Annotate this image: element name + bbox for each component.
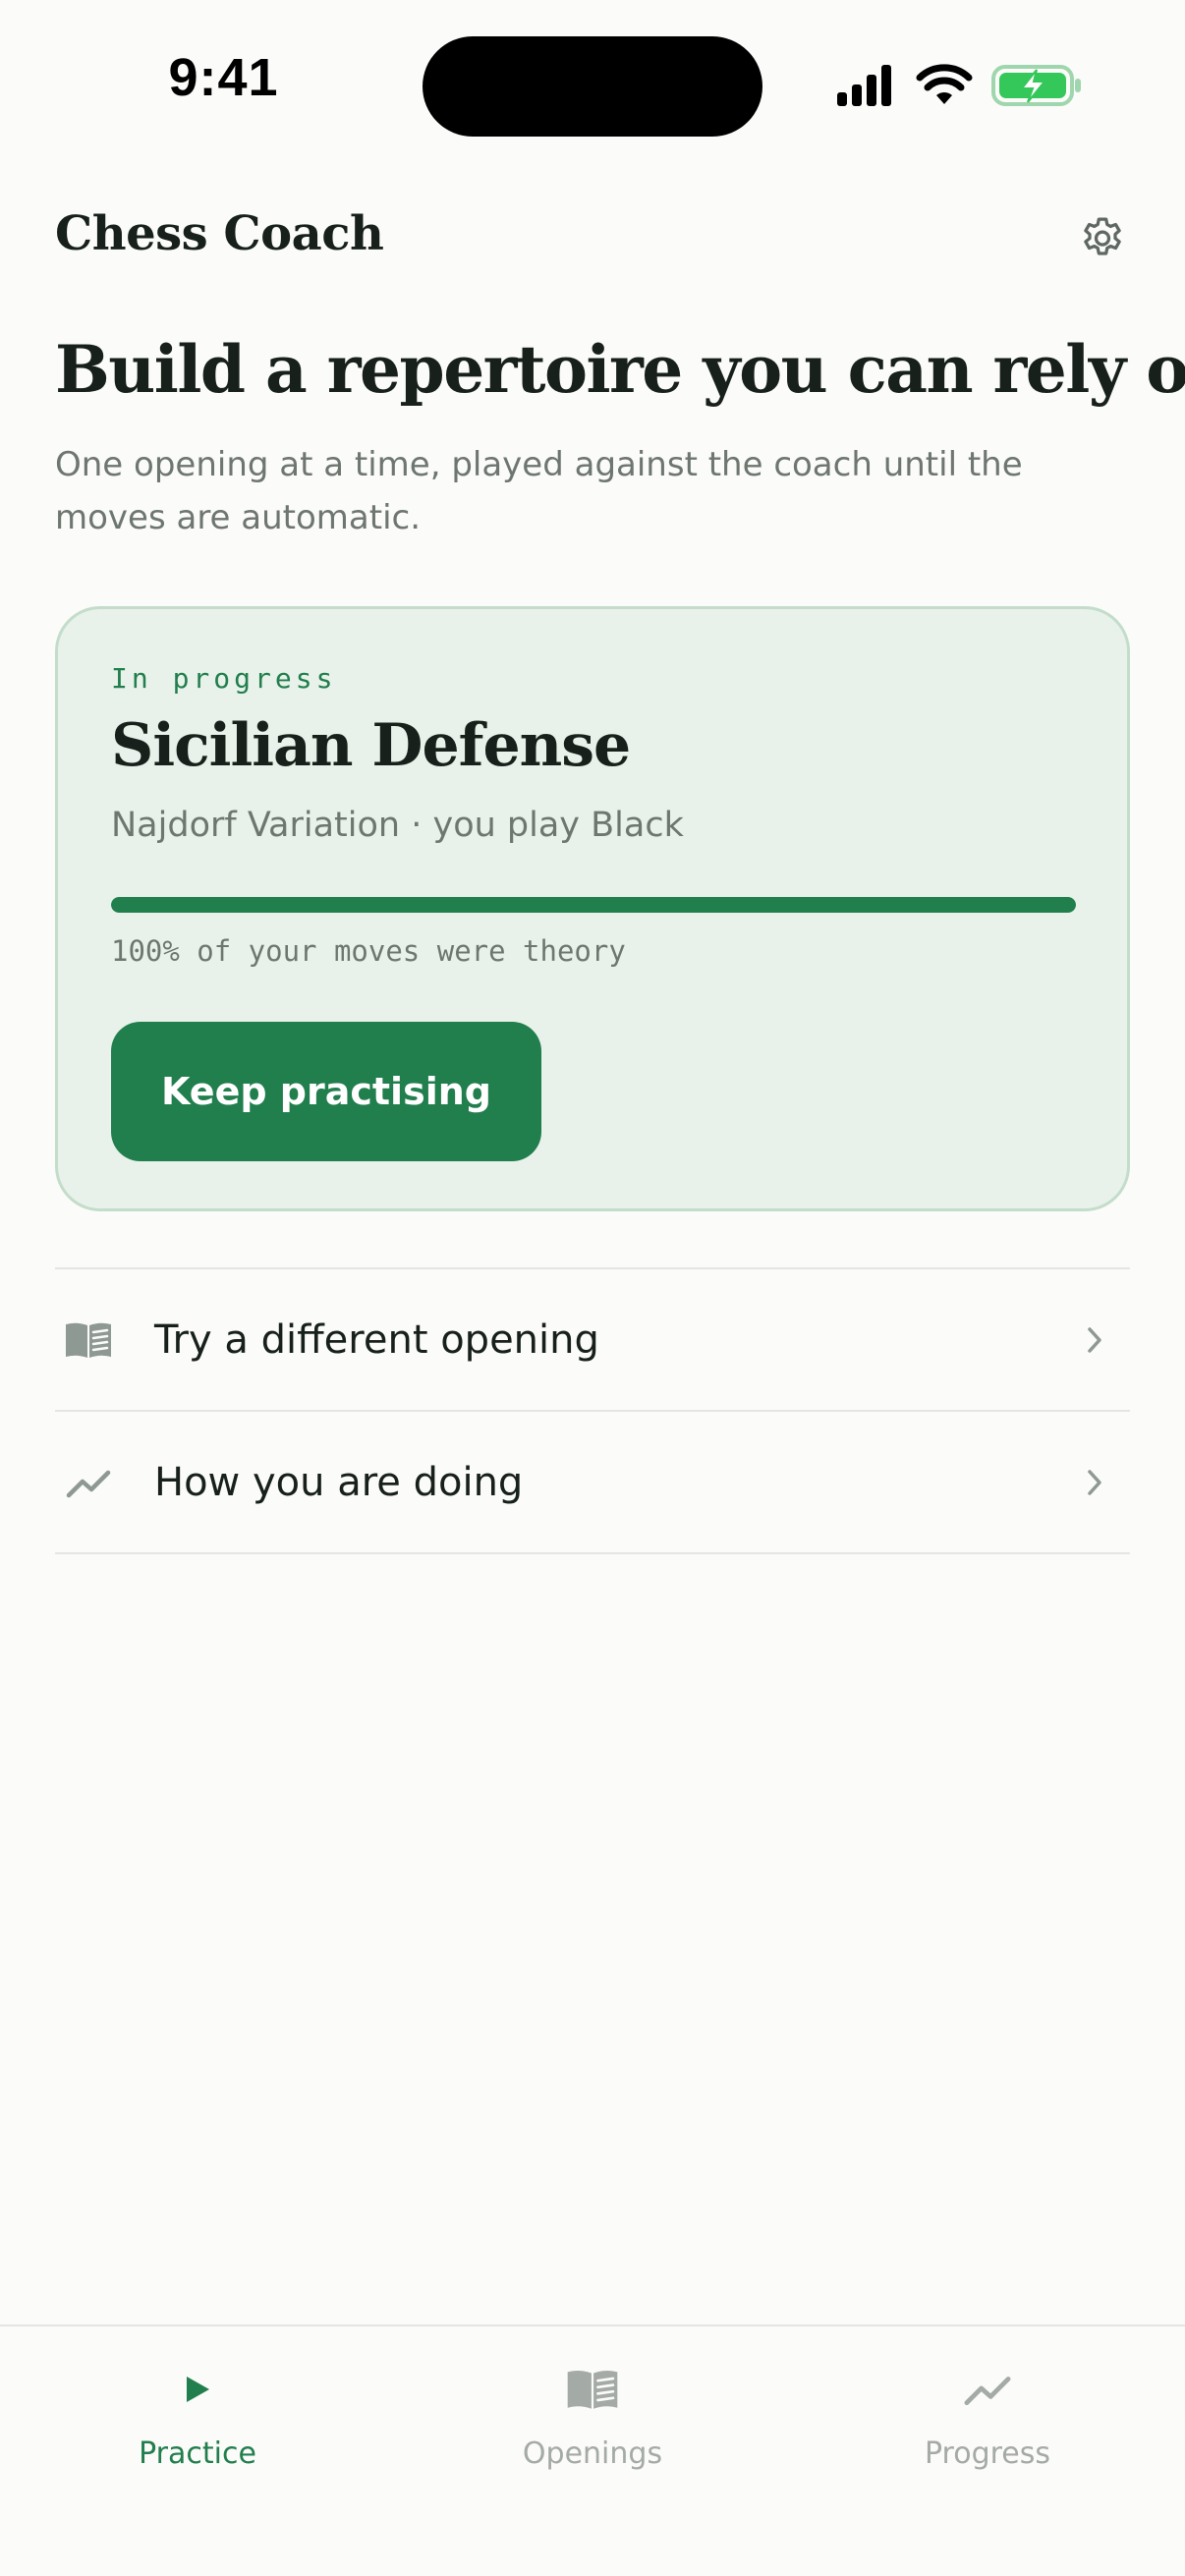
app-title: Chess Coach (55, 206, 384, 261)
trend-line-icon (63, 1461, 114, 1504)
keep-practising-button[interactable]: Keep practising (111, 1022, 541, 1161)
tab-label: Openings (522, 2436, 663, 2471)
tab-bar: Practice Openings Progress (0, 2324, 1185, 2576)
cellular-signal-icon (837, 65, 891, 106)
battery-charging-icon (991, 65, 1081, 106)
tab-progress[interactable]: Progress (790, 2326, 1185, 2543)
how-you-are-doing-row[interactable]: How you are doing (55, 1412, 1130, 1552)
hero-title: Build a repertoire you can rely on (55, 331, 1185, 408)
wifi-icon (916, 64, 973, 104)
tab-openings[interactable]: Openings (395, 2326, 790, 2543)
try-different-opening-row[interactable]: Try a different opening (55, 1269, 1130, 1410)
gear-icon (1084, 217, 1121, 255)
settings-button[interactable] (1075, 211, 1130, 266)
tab-label: Practice (139, 2436, 256, 2471)
status-time: 9:41 (168, 48, 279, 107)
dynamic-island (423, 36, 762, 137)
open-book-icon (63, 1318, 114, 1362)
opening-name: Sicilian Defense (111, 711, 631, 780)
app-screen: 9:41 Chess Coach Build a repertoire you … (0, 0, 1185, 2576)
open-book-icon (561, 2364, 624, 2415)
tab-practice[interactable]: Practice (0, 2326, 395, 2543)
status-label: In progress (111, 662, 337, 695)
hero-subtitle: One opening at a time, played against th… (55, 445, 1023, 537)
links-list: Try a different opening How you are doin… (55, 1267, 1130, 1554)
current-opening-card: In progress Sicilian Defense Najdorf Var… (55, 606, 1130, 1211)
divider (55, 1552, 1130, 1554)
chevron-right-icon (1083, 1465, 1106, 1500)
progress-bar-fill (111, 897, 1076, 913)
row-label: How you are doing (154, 1459, 524, 1505)
tab-label: Progress (924, 2436, 1051, 2471)
chevron-right-icon (1083, 1322, 1106, 1358)
play-icon (166, 2364, 229, 2415)
status-bar: 9:41 (0, 0, 1185, 157)
theory-stat: 100% of your moves were theory (111, 934, 626, 968)
row-label: Try a different opening (154, 1316, 599, 1363)
opening-detail: Najdorf Variation · you play Black (111, 806, 684, 845)
progress-bar (111, 897, 1076, 913)
trend-line-icon (956, 2364, 1019, 2415)
